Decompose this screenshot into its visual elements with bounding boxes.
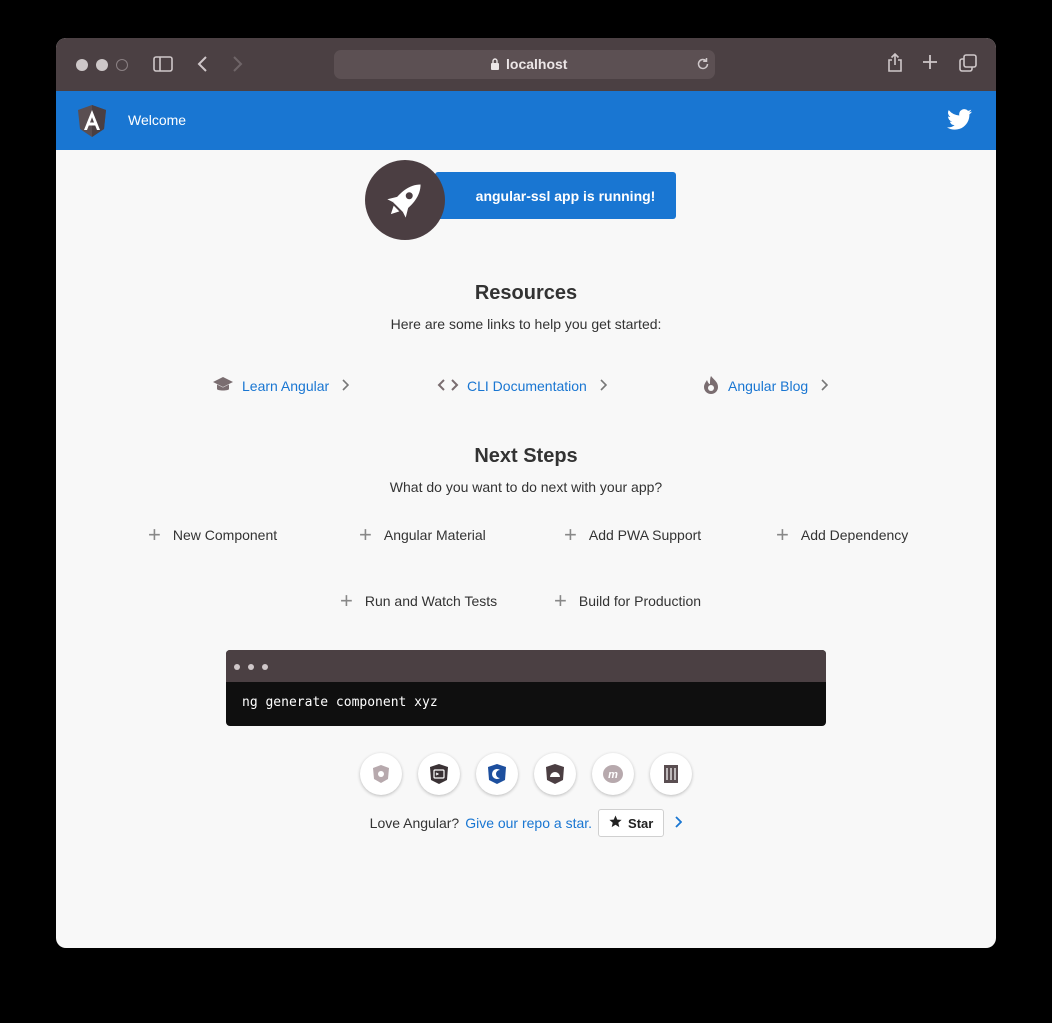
step-label: Add Dependency — [800, 527, 909, 543]
plus-icon: + — [564, 522, 577, 547]
terminal-dot — [234, 664, 240, 670]
step-label: Run and Watch Tests — [364, 593, 498, 609]
back-icon[interactable] — [197, 55, 209, 78]
angular-blog-label: Angular Blog — [728, 378, 809, 394]
angular-logo-icon — [76, 104, 108, 143]
step-add-dependency[interactable]: + Add Dependency — [776, 522, 909, 547]
rocket-icon — [365, 160, 445, 240]
angular-blog-link[interactable]: Angular Blog — [702, 375, 829, 398]
cli-documentation-link[interactable]: CLI Documentation — [437, 376, 607, 396]
close-window-button[interactable] — [76, 59, 88, 71]
animations-icon[interactable] — [360, 753, 402, 795]
main-content: angular-ssl app is running! Resources He… — [56, 150, 996, 948]
step-label: New Component — [172, 527, 278, 543]
reload-icon[interactable] — [696, 57, 710, 76]
terminal-dot — [248, 664, 254, 670]
resources-subtitle: Here are some links to help you get star… — [390, 316, 662, 332]
graduation-cap-icon — [212, 376, 234, 397]
learn-angular-link[interactable]: Learn Angular — [212, 376, 350, 397]
protractor-icon[interactable] — [534, 753, 576, 795]
star-label: Star — [628, 815, 654, 831]
tabs-icon[interactable] — [959, 54, 977, 77]
next-steps-heading: Next Steps — [474, 445, 578, 467]
plus-icon: + — [148, 522, 161, 547]
step-angular-material[interactable]: + Angular Material — [359, 522, 486, 547]
code-icon — [437, 378, 459, 395]
chevron-right-icon — [341, 378, 350, 394]
repo-link[interactable]: Give our repo a star. — [465, 815, 592, 831]
browser-window: localhost Welcome angular-ssl app is run… — [56, 38, 996, 948]
step-run-and-watch-tests[interactable]: + Run and Watch Tests — [340, 588, 498, 613]
discord-icon[interactable] — [650, 753, 692, 795]
svg-text:m: m — [608, 769, 618, 781]
star-repo-row: Love Angular? Give our repo a star. Star — [56, 808, 996, 838]
running-banner: angular-ssl app is running! — [435, 172, 676, 219]
zoom-window-button[interactable] — [116, 59, 128, 71]
plus-icon: + — [776, 522, 789, 547]
terminal-command: ng generate component xyz — [242, 695, 438, 710]
running-banner-text: angular-ssl app is running! — [475, 187, 656, 204]
meetup-icon[interactable]: m — [592, 753, 634, 795]
plus-icon: + — [340, 588, 353, 613]
minimize-window-button[interactable] — [96, 59, 108, 71]
browser-chrome: localhost — [56, 38, 996, 91]
url-text: localhost — [506, 56, 568, 72]
terminal-titlebar — [226, 650, 826, 682]
step-label: Build for Production — [578, 593, 702, 609]
chevron-right-icon — [599, 378, 607, 394]
forward-icon[interactable] — [231, 55, 243, 78]
learn-angular-label: Learn Angular — [242, 378, 330, 394]
star-button[interactable]: Star — [598, 809, 665, 837]
step-add-pwa-support[interactable]: + Add PWA Support — [564, 522, 702, 547]
flame-icon — [702, 375, 720, 398]
chevron-right-icon[interactable] — [674, 815, 683, 831]
step-label: Angular Material — [383, 527, 486, 543]
toolbar-title: Welcome — [128, 112, 187, 128]
address-bar[interactable]: localhost — [334, 50, 715, 79]
sidebar-icon[interactable] — [153, 55, 173, 78]
augury-icon[interactable] — [476, 753, 518, 795]
twitter-icon[interactable] — [947, 109, 972, 135]
step-new-component[interactable]: + New Component — [148, 522, 278, 547]
next-steps-subtitle: What do you want to do next with your ap… — [389, 479, 663, 495]
step-build-for-production[interactable]: + Build for Production — [554, 588, 702, 613]
step-label: Add PWA Support — [588, 527, 702, 543]
plus-icon: + — [359, 522, 372, 547]
terminal-dot — [262, 664, 268, 670]
cli-icon[interactable] — [418, 753, 460, 795]
plus-icon[interactable] — [922, 54, 938, 75]
chevron-right-icon — [820, 378, 829, 394]
plus-icon: + — [554, 588, 567, 613]
app-toolbar: Welcome — [56, 91, 996, 150]
lock-icon — [490, 58, 500, 76]
share-icon[interactable] — [887, 52, 903, 78]
star-icon — [609, 815, 622, 831]
cli-documentation-label: CLI Documentation — [467, 378, 587, 394]
terminal: ng generate component xyz — [226, 650, 826, 726]
resources-heading: Resources — [474, 282, 578, 304]
love-angular-text: Love Angular? — [369, 815, 460, 831]
